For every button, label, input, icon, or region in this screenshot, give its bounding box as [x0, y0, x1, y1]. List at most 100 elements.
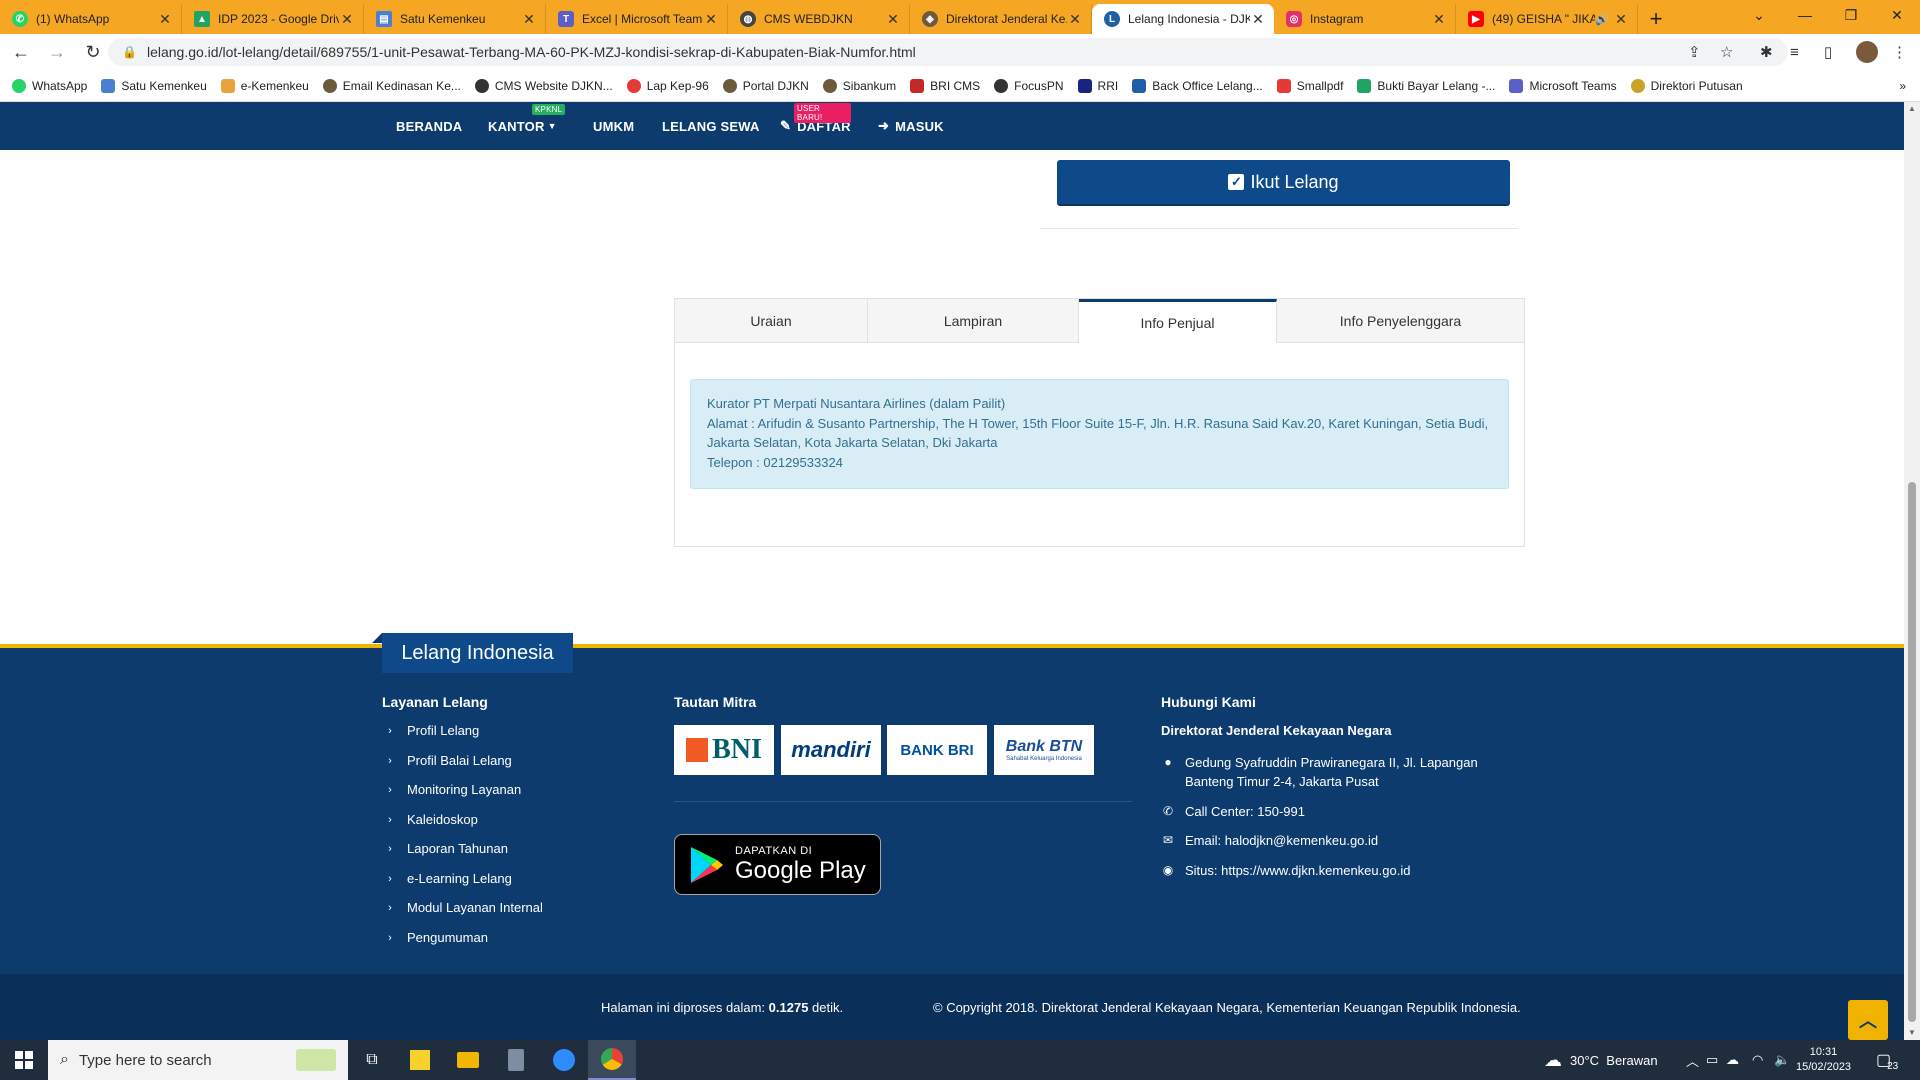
extensions-icon[interactable]: ✱ — [1760, 38, 1773, 66]
footer-link[interactable]: › e-Learning Lelang — [383, 871, 512, 886]
footer-link[interactable]: › Monitoring Layanan — [383, 782, 521, 797]
bookmark-item[interactable]: Microsoft Teams — [1509, 78, 1617, 93]
bookmark-item[interactable]: Bukti Bayar Lelang -... — [1357, 78, 1495, 93]
footer-link[interactable]: › Laporan Tahunan — [383, 841, 508, 856]
weather-widget[interactable]: ☁ 30°C Berawan — [1544, 1040, 1658, 1080]
nav-lelang-sewa[interactable]: LELANG SEWA — [662, 102, 760, 150]
new-tab-button[interactable]: + — [1638, 4, 1674, 34]
nav-daftar[interactable]: ✎ DAFTAR USER BARU! — [780, 102, 851, 150]
side-panel-icon[interactable]: ▯ — [1824, 38, 1832, 66]
bookmark-item[interactable]: FocusPN — [994, 78, 1064, 93]
share-icon[interactable]: ⇪ — [1688, 38, 1701, 66]
partner-logo-bri[interactable]: BANK BRI — [887, 725, 987, 775]
calculator-icon[interactable] — [492, 1040, 540, 1080]
bookmark-item[interactable]: Email Kedinasan Ke... — [322, 78, 461, 93]
close-icon[interactable]: ✕ — [339, 11, 355, 28]
close-icon[interactable]: ✕ — [1431, 11, 1447, 28]
scroll-up-icon[interactable]: ▲ — [1904, 102, 1920, 116]
browser-tab[interactable]: ◈ Direktorat Jenderal Ke... ✕ — [910, 4, 1092, 34]
bookmark-item[interactable]: Portal DJKN — [722, 78, 809, 93]
wifi-icon[interactable]: ◠ — [1752, 1040, 1763, 1080]
windows-start-button[interactable] — [0, 1040, 48, 1080]
nav-umkm[interactable]: UMKM — [593, 102, 634, 150]
close-icon[interactable]: ✕ — [521, 11, 537, 28]
browser-tab[interactable]: ▲ IDP 2023 - Google Drive ✕ — [182, 4, 364, 34]
partner-logo-mandiri[interactable]: mandiri — [781, 725, 881, 775]
footer-link[interactable]: › Profil Balai Lelang — [383, 753, 512, 768]
back-icon[interactable]: ← — [6, 37, 36, 67]
close-icon[interactable]: ✕ — [157, 11, 173, 28]
forward-icon[interactable]: → — [42, 37, 72, 67]
close-icon[interactable]: ✕ — [885, 11, 901, 28]
bookmark-item[interactable]: e-Kemenkeu — [220, 78, 309, 93]
scroll-down-icon[interactable]: ▼ — [1904, 1026, 1920, 1040]
bookmark-item[interactable]: Back Office Lelang... — [1132, 78, 1263, 93]
bookmark-item[interactable]: Sibankum — [822, 78, 896, 93]
partner-logo-btn[interactable]: Bank BTN Sahabat Keluarga Indonesia — [994, 725, 1094, 775]
bookmarks-overflow-icon[interactable]: » — [1899, 79, 1906, 93]
tab-search-icon[interactable]: ⌄ — [1736, 0, 1782, 30]
bookmark-item[interactable]: WhatsApp — [12, 78, 87, 93]
tab-info-penyelenggara[interactable]: Info Penyelenggara — [1277, 299, 1524, 343]
browser-tab[interactable]: ◎ Instagram ✕ — [1274, 4, 1456, 34]
url-input[interactable]: 🔒 lelang.go.id/lot-lelang/detail/689755/… — [108, 38, 1788, 66]
close-icon[interactable]: ✕ — [1613, 11, 1629, 28]
lock-icon[interactable]: 🔒 — [122, 45, 137, 59]
file-explorer-icon[interactable] — [444, 1040, 492, 1080]
contact-email[interactable]: ✉ Email: halodjkn@kemenkeu.go.id — [1161, 831, 1378, 850]
sticky-notes-icon[interactable] — [396, 1040, 444, 1080]
tab-info-penjual[interactable]: Info Penjual — [1079, 299, 1277, 343]
bookmark-star-icon[interactable]: ☆ — [1720, 38, 1733, 66]
bookmark-item[interactable]: Direktori Putusan — [1630, 78, 1743, 93]
browser-tab[interactable]: ▶(49) GEISHA " JIKA...🔊✕ — [1456, 4, 1638, 34]
google-play-badge[interactable]: DAPATKAN DI Google Play — [674, 834, 881, 895]
browser-tab[interactable]: ▤ Satu Kemenkeu ✕ — [364, 4, 546, 34]
footer-link[interactable]: › Pengumuman — [383, 930, 488, 945]
footer-link[interactable]: › Kaleidoskop — [383, 812, 478, 827]
back-to-top-button[interactable]: ︿ — [1848, 1000, 1888, 1040]
page-scrollbar[interactable]: ▲ ▼ — [1904, 102, 1920, 1040]
contact-website[interactable]: ◉ Situs: https://www.djkn.kemenkeu.go.id — [1161, 861, 1411, 880]
close-icon[interactable]: ✕ — [1250, 11, 1266, 28]
footer-link[interactable]: › Profil Lelang — [383, 723, 479, 738]
scrollbar-thumb[interactable] — [1908, 482, 1916, 1022]
ikut-lelang-button[interactable]: ✓ Ikut Lelang — [1057, 160, 1510, 206]
clock[interactable]: 10:31 15/02/2023 — [1796, 1040, 1851, 1080]
notification-center-icon[interactable]: ▢ 23 — [1876, 1040, 1898, 1080]
chrome-icon[interactable] — [588, 1040, 636, 1080]
media-icon[interactable]: ≡ — [1790, 38, 1799, 66]
nav-kantor[interactable]: KANTOR ▼ KPKNL — [488, 102, 566, 150]
volume-icon[interactable]: 🔈 — [1774, 1040, 1790, 1080]
task-view-icon[interactable]: ⧉ — [348, 1040, 396, 1080]
nav-beranda[interactable]: BERANDA — [396, 102, 462, 150]
bookmark-item[interactable]: RRI — [1077, 78, 1118, 93]
restore-icon[interactable]: ❐ — [1828, 0, 1874, 30]
browser-tab-active[interactable]: L Lelang Indonesia - DJKN ✕ — [1092, 4, 1274, 34]
taskbar-search-input[interactable]: ⌕ Type here to search — [48, 1040, 348, 1080]
reload-icon[interactable]: ↻ — [78, 37, 108, 67]
bookmark-item[interactable]: Lap Kep-96 — [626, 78, 709, 93]
onedrive-icon[interactable]: ☁ — [1726, 1040, 1739, 1080]
browser-tab[interactable]: ◍ CMS WEBDJKN ✕ — [728, 4, 910, 34]
bookmark-item[interactable]: CMS Website DJKN... — [474, 78, 613, 93]
tab-uraian[interactable]: Uraian — [675, 299, 868, 343]
browser-tab[interactable]: T Excel | Microsoft Teams ✕ — [546, 4, 728, 34]
tab-lampiran[interactable]: Lampiran — [868, 299, 1079, 343]
window-close-icon[interactable]: ✕ — [1874, 0, 1920, 30]
minimize-icon[interactable]: — — [1782, 0, 1828, 30]
menu-icon[interactable]: ⋮ — [1892, 38, 1907, 66]
speaker-icon[interactable]: 🔊 — [1595, 13, 1609, 26]
avatar[interactable] — [1856, 38, 1878, 66]
bookmark-item[interactable]: BRI CMS — [910, 78, 980, 93]
browser-tab[interactable]: ✆ (1) WhatsApp ✕ — [0, 4, 182, 34]
footer-link[interactable]: › Modul Layanan Internal — [383, 900, 543, 915]
close-icon[interactable]: ✕ — [703, 11, 719, 28]
show-hidden-icons-icon[interactable]: ︿ — [1686, 1040, 1699, 1080]
zoom-icon[interactable] — [540, 1040, 588, 1080]
network-icon[interactable]: ▭ — [1706, 1040, 1718, 1080]
bookmark-item[interactable]: Satu Kemenkeu — [101, 78, 207, 93]
nav-masuk[interactable]: ➜ MASUK — [878, 102, 944, 150]
close-icon[interactable]: ✕ — [1067, 11, 1083, 28]
bookmark-item[interactable]: Smallpdf — [1276, 78, 1343, 93]
partner-logo-bni[interactable]: BNI — [674, 725, 774, 775]
